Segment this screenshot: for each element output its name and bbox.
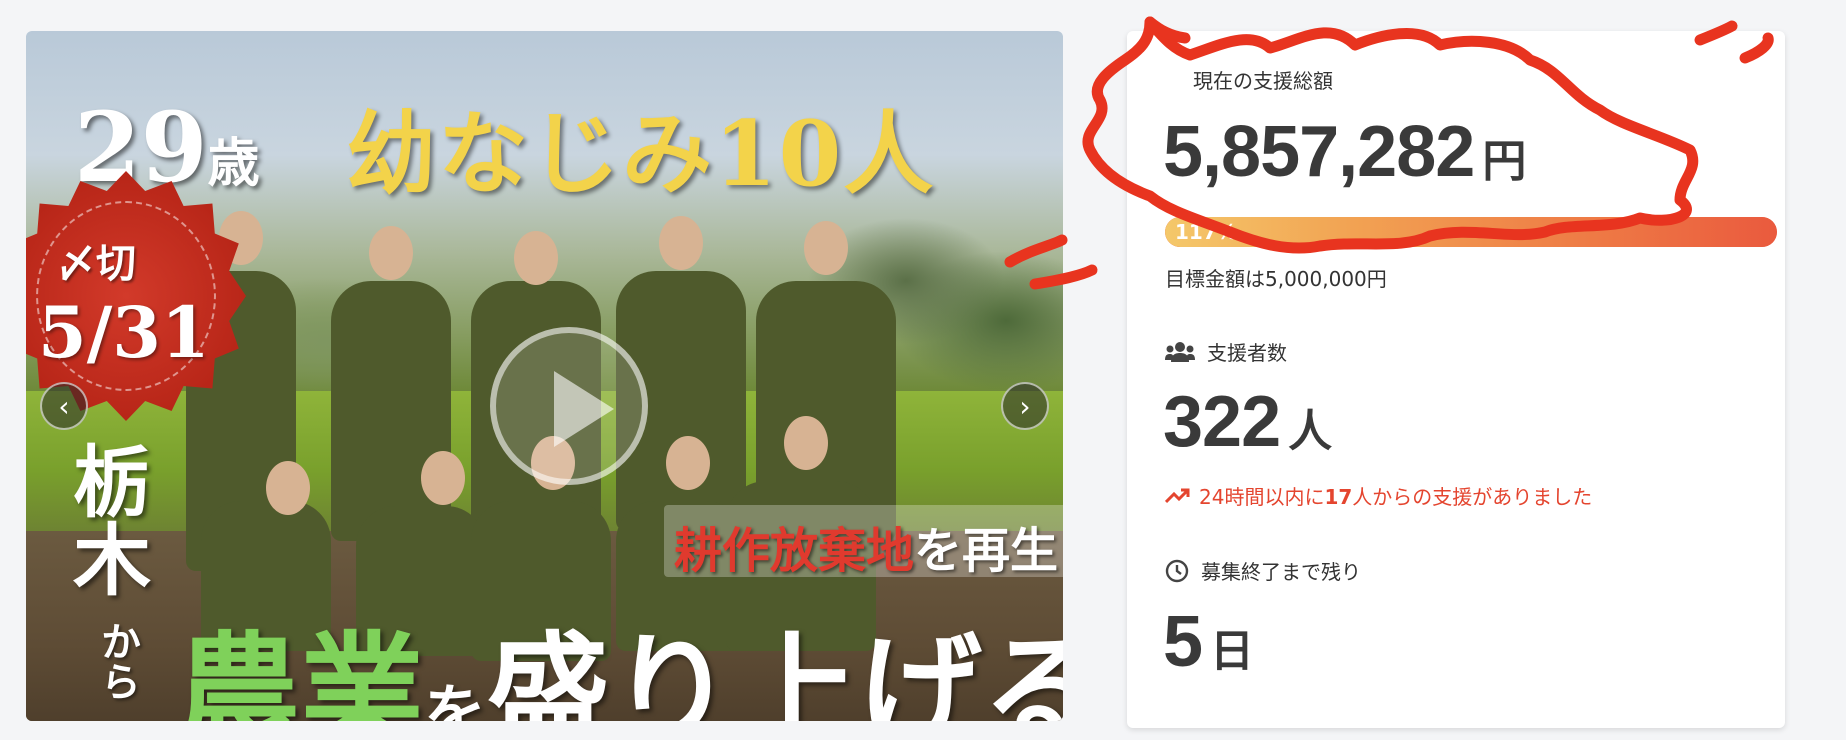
carousel-next-button[interactable]: ›	[1001, 382, 1049, 430]
funding-progress-bar: 117%	[1165, 217, 1777, 247]
remaining-number: 5	[1163, 602, 1203, 682]
remaining-value: 5日	[1163, 601, 1254, 683]
goal-amount-text: 目標金額は5,000,000円	[1165, 267, 1387, 291]
project-hero-carousel[interactable]: 29歳 幼なじみ10人 〆切 5/31 栃木 から 耕作放棄地を再生 農業を盛り…	[26, 31, 1063, 721]
reclaim-rest: を再生	[914, 523, 1059, 579]
age-suffix: 歳	[207, 133, 260, 194]
slogan-rest: 盛り上げる	[486, 620, 1063, 721]
main-slogan: 農業を盛り上げる	[176, 591, 1063, 721]
total-amount-value: 5,857,282 円	[1163, 111, 1526, 193]
supporters-value: 322 人	[1163, 381, 1332, 463]
reclaim-emphasis: 耕作放棄地	[674, 523, 915, 579]
remaining-label-text: 募集終了まで残り	[1201, 560, 1361, 584]
recent-support-suffix: 人からの支援がありました	[1352, 485, 1593, 509]
play-video-button[interactable]	[490, 327, 648, 485]
slogan-green: 農業	[176, 620, 425, 721]
deadline-date: 5/31	[38, 291, 210, 374]
funding-progress-fill	[1165, 217, 1777, 247]
recent-support-text: 24時間以内に17人からの支援がありました	[1199, 481, 1592, 510]
trending-up-icon	[1165, 488, 1190, 503]
supporters-label-text: 支援者数	[1207, 341, 1287, 365]
total-amount-unit: 円	[1482, 137, 1527, 186]
users-icon	[1165, 341, 1195, 362]
slogan-particle: を	[424, 677, 487, 721]
clock-icon	[1165, 559, 1189, 582]
supporters-label: 支援者数	[1165, 337, 1287, 366]
friends-title: 幼なじみ10人	[346, 101, 936, 207]
funding-stats-card: 現在の支援総額 5,857,282 円 117% 目標金額は5,000,000円 …	[1127, 31, 1785, 728]
from-caption: から	[94, 621, 141, 701]
recent-support-notice: 24時間以内に17人からの支援がありました	[1165, 481, 1592, 510]
recent-support-count: 17	[1324, 485, 1353, 509]
total-amount-number: 5,857,282	[1163, 112, 1475, 192]
recent-support-prefix: 24時間以内に	[1199, 485, 1325, 509]
funding-progress-percent: 117%	[1175, 220, 1237, 244]
total-amount-label-text: 現在の支援総額	[1193, 69, 1333, 93]
supporters-unit: 人	[1288, 407, 1333, 456]
play-icon	[554, 371, 614, 447]
remaining-unit: 日	[1210, 627, 1255, 676]
total-amount-label: 現在の支援総額	[1193, 65, 1333, 94]
prefecture-caption: 栃木	[60, 441, 151, 597]
deadline-label: 〆切	[56, 240, 136, 287]
carousel-prev-button[interactable]: ‹	[40, 382, 88, 430]
chevron-left-icon: ‹	[58, 389, 70, 423]
supporters-number: 322	[1163, 382, 1281, 462]
reclaim-caption: 耕作放棄地を再生	[674, 511, 1058, 581]
chevron-right-icon: ›	[1019, 389, 1031, 423]
remaining-label: 募集終了まで残り	[1165, 556, 1361, 585]
